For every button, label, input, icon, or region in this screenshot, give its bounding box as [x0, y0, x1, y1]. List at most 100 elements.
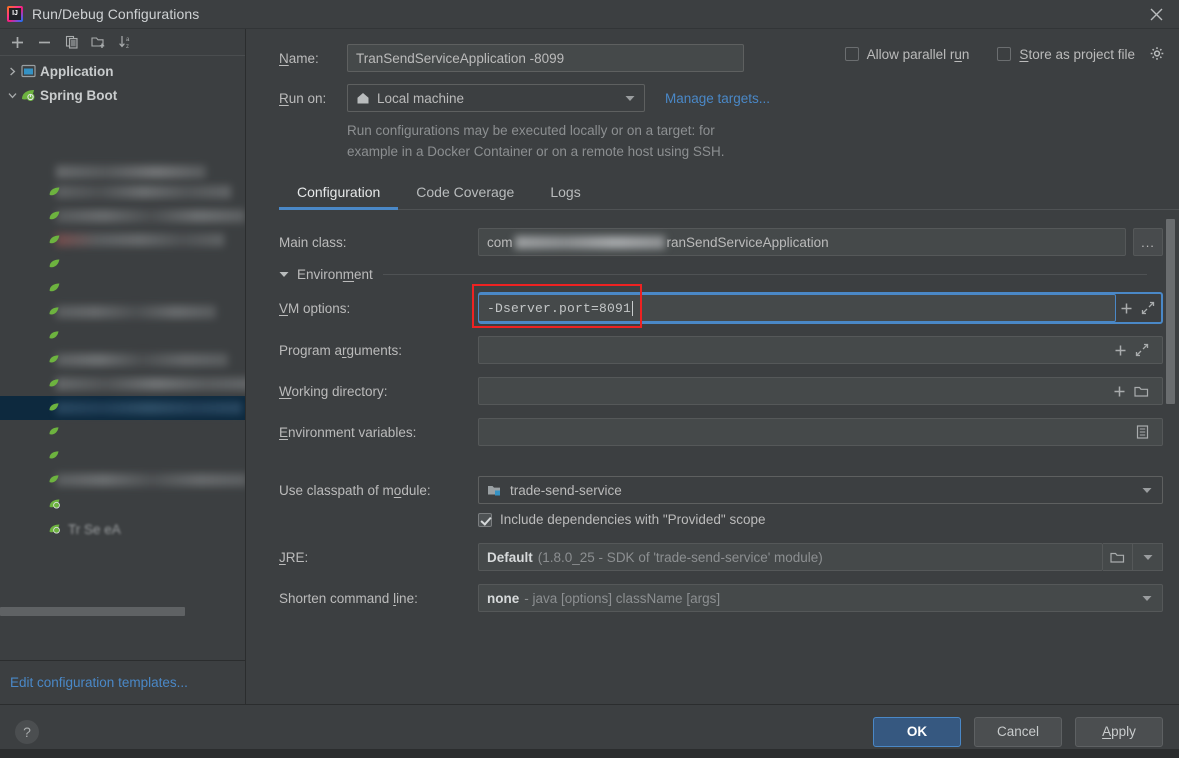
spring-boot-icon	[48, 210, 61, 223]
help-button[interactable]: ?	[15, 719, 39, 744]
configurations-tree[interactable]: Application Spring Boot Tr Se eA	[0, 56, 245, 660]
list-icon[interactable]	[1136, 425, 1149, 439]
tab-code-coverage[interactable]: Code Coverage	[398, 178, 532, 210]
run-on-row: Run on: Local machine Manage targets...	[246, 83, 1179, 113]
header-options: Allow parallel run Store as project file	[844, 46, 1165, 62]
working-directory-row: Working directory:	[279, 377, 1163, 405]
program-arguments-input[interactable]	[478, 336, 1163, 364]
working-directory-actions	[1109, 384, 1157, 398]
use-classpath-of-module-dropdown[interactable]: trade-send-service	[478, 476, 1163, 504]
run-on-dropdown[interactable]: Local machine	[347, 84, 645, 112]
shorten-command-line-label: Shorten command line:	[279, 590, 418, 606]
spring-boot-icon	[48, 258, 61, 271]
vm-options-value: -Dserver.port=8091	[487, 300, 632, 316]
jre-value-dim: (1.8.0_25 - SDK of 'trade-send-service' …	[537, 549, 823, 565]
module-icon	[487, 483, 502, 497]
name-input[interactable]: TranSendServiceApplication -8099	[347, 44, 744, 72]
program-arguments-label: Program arguments:	[279, 342, 403, 358]
configuration-details-panel: Name: TranSendServiceApplication -8099 A…	[246, 29, 1179, 704]
working-directory-input[interactable]	[478, 377, 1163, 405]
program-arguments-row: Program arguments:	[279, 336, 1163, 364]
browse-main-class-button[interactable]: ...	[1133, 228, 1163, 256]
cancel-button[interactable]: Cancel	[974, 716, 1062, 747]
main-class-input[interactable]: com ranSendServiceApplication	[478, 228, 1126, 256]
jre-dropdown[interactable]: Default (1.8.0_25 - SDK of 'trade-send-s…	[478, 543, 1103, 571]
remove-configuration-button[interactable]	[31, 30, 58, 54]
shorten-command-line-dropdown[interactable]: none - java [options] className [args]	[478, 584, 1163, 612]
apply-label-rest: pply	[1111, 724, 1136, 739]
environment-variables-input[interactable]	[478, 418, 1163, 446]
name-label: Name:	[279, 50, 319, 66]
spring-boot-run-icon	[48, 523, 61, 536]
sort-configurations-button[interactable]: a z	[112, 30, 139, 54]
redacted-configuration-list[interactable]: Tr Se eA	[0, 164, 245, 660]
edit-templates-label[interactable]: Edit configuration templates...	[10, 675, 188, 690]
details-vertical-scrollbar[interactable]	[1166, 219, 1175, 404]
vm-options-input[interactable]: -Dserver.port=8091	[478, 294, 1116, 322]
environment-section-header[interactable]: Environment	[279, 267, 1163, 282]
main-class-value-prefix: com	[487, 234, 513, 250]
plus-icon[interactable]	[1113, 385, 1126, 398]
spring-boot-icon	[48, 474, 61, 487]
tree-node-application[interactable]: Application	[0, 59, 245, 83]
spring-boot-icon	[48, 306, 61, 319]
allow-parallel-run-label: Allow parallel run	[866, 46, 970, 62]
checkbox-box[interactable]	[844, 47, 859, 61]
triangle-down-icon[interactable]	[279, 271, 289, 278]
dialog-buttons: OK Cancel Apply	[873, 716, 1179, 747]
spring-boot-icon	[48, 186, 61, 199]
jre-dropdown-button[interactable]	[1133, 543, 1163, 571]
new-folder-button[interactable]	[85, 30, 112, 54]
spring-boot-icon	[48, 354, 61, 367]
apply-button[interactable]: Apply	[1075, 716, 1163, 747]
edit-configuration-templates-link[interactable]: Edit configuration templates...	[0, 660, 245, 704]
configurations-panel: a z Application Spring Boot Tr Se eA Edi…	[0, 29, 246, 704]
chevron-down-icon[interactable]	[1132, 487, 1162, 494]
vm-options-label: VM options:	[279, 300, 351, 316]
plus-icon[interactable]	[1114, 344, 1127, 357]
working-directory-label: Working directory:	[279, 383, 388, 399]
svg-text:a: a	[126, 37, 130, 43]
close-icon[interactable]	[1133, 0, 1179, 28]
manage-targets-link[interactable]: Manage targets...	[665, 91, 770, 106]
include-provided-scope-checkbox[interactable]: Include dependencies with "Provided" sco…	[478, 512, 1163, 527]
application-icon	[20, 63, 36, 79]
title-bar: Run/Debug Configurations	[0, 0, 1179, 28]
store-as-project-file-checkbox[interactable]: Store as project file	[997, 46, 1165, 62]
ok-button[interactable]: OK	[873, 716, 961, 747]
spring-boot-run-icon	[48, 498, 61, 511]
vm-options-row: VM options: -Dserver.port=8091	[279, 284, 1163, 328]
expand-icon[interactable]	[1135, 343, 1149, 357]
plus-icon[interactable]	[1120, 302, 1133, 315]
jre-label: JRE:	[279, 549, 309, 565]
spring-boot-icon	[48, 330, 61, 343]
copy-configuration-button[interactable]	[58, 30, 85, 54]
list-item-selected[interactable]	[0, 396, 245, 420]
tab-configuration[interactable]: Configuration	[279, 178, 399, 210]
spring-boot-icon	[48, 282, 61, 295]
tree-horizontal-scrollbar[interactable]	[0, 607, 245, 616]
main-class-label: Main class:	[279, 234, 347, 250]
store-as-project-file-label: Store as project file	[1019, 46, 1135, 62]
tree-node-label: Spring Boot	[40, 87, 118, 103]
expand-icon[interactable]	[1141, 301, 1155, 315]
checkbox-box[interactable]	[997, 47, 1012, 61]
folder-icon[interactable]	[1134, 385, 1149, 398]
shorten-command-line-value-bold: none	[487, 590, 520, 606]
chevron-down-icon[interactable]	[1132, 595, 1162, 602]
browse-jre-button[interactable]	[1103, 543, 1133, 571]
tab-logs[interactable]: Logs	[532, 178, 598, 210]
gear-icon[interactable]	[1149, 46, 1165, 62]
chevron-down-icon[interactable]	[616, 95, 644, 102]
spring-boot-icon	[48, 378, 61, 391]
intellij-idea-icon	[7, 6, 23, 22]
tree-node-spring-boot[interactable]: Spring Boot	[0, 83, 245, 107]
tree-node-label: Application	[40, 63, 114, 79]
allow-parallel-run-checkbox[interactable]: Allow parallel run	[844, 46, 970, 62]
chevron-right-icon[interactable]	[4, 67, 20, 76]
add-configuration-button[interactable]	[4, 30, 31, 54]
spring-boot-icon	[48, 402, 61, 415]
checkbox-box[interactable]	[478, 512, 492, 527]
chevron-down-icon[interactable]	[4, 91, 20, 100]
vm-options-actions	[1116, 301, 1163, 315]
